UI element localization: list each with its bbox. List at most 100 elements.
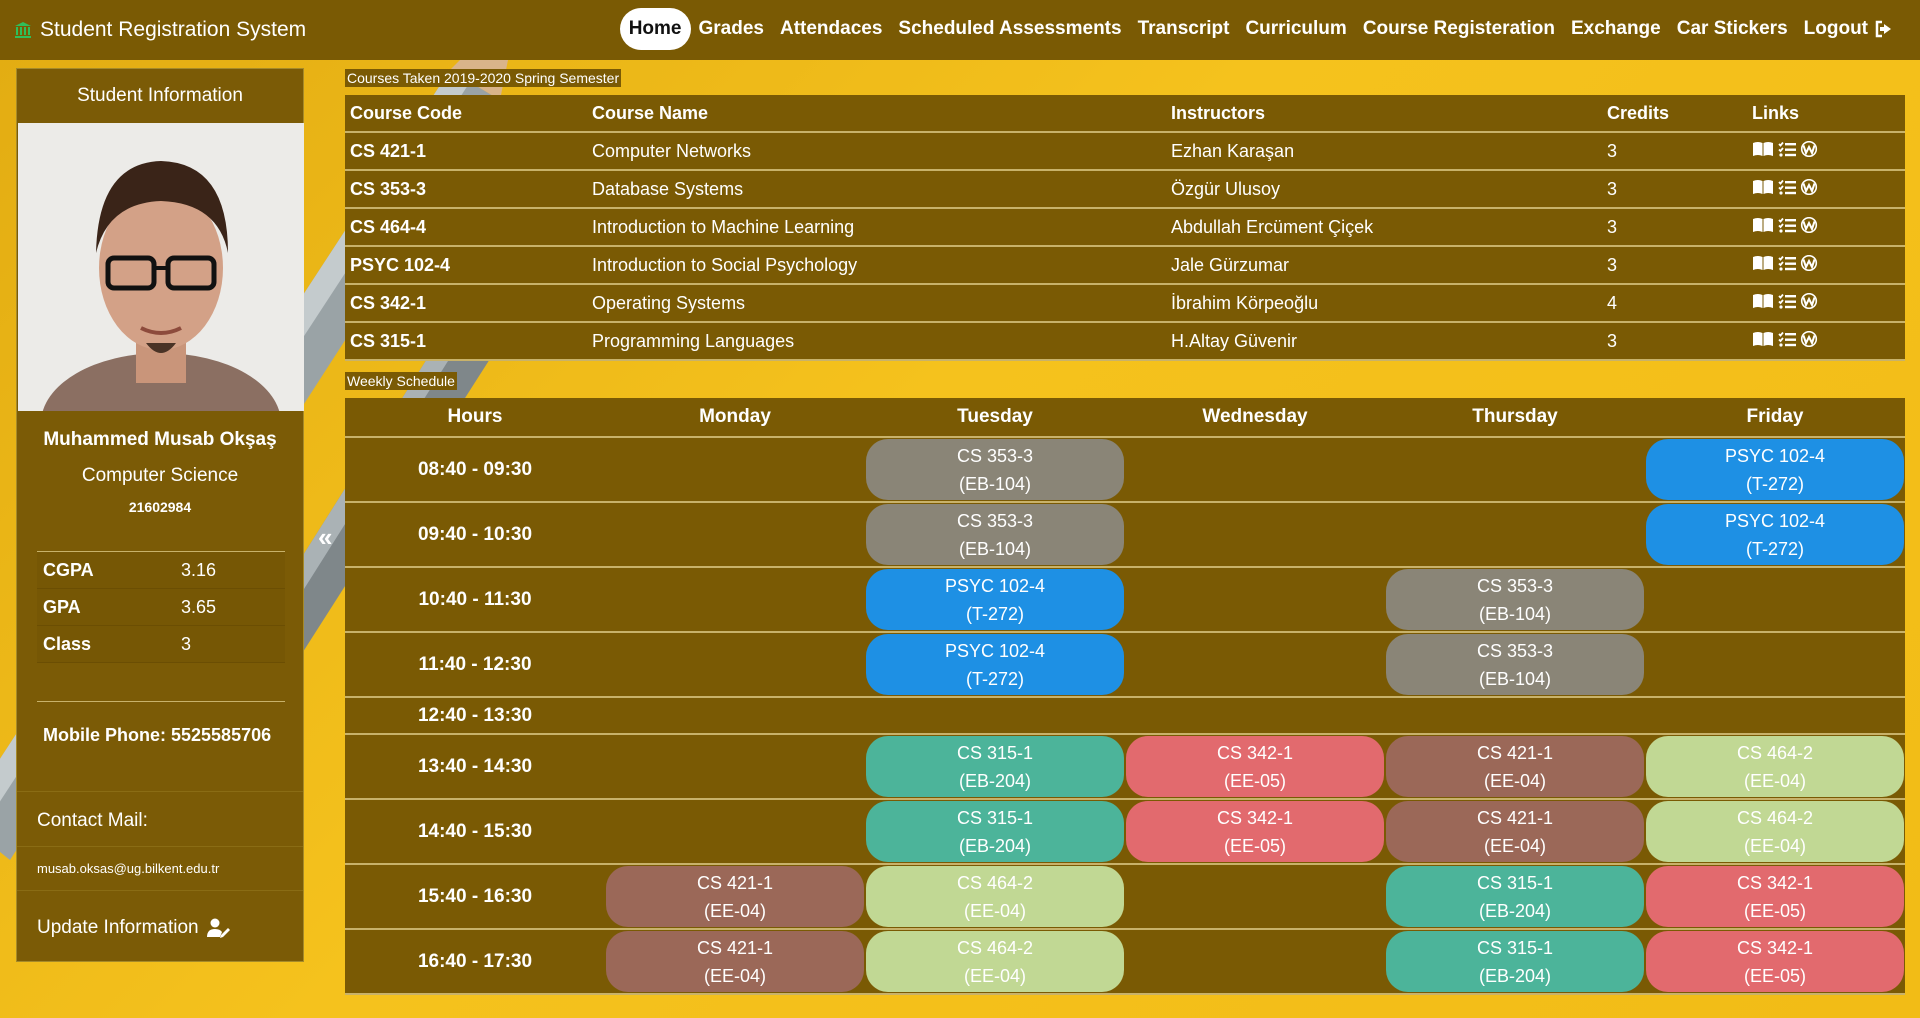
- schedule-cell: PSYC 102-4 (T-272): [1645, 437, 1905, 503]
- w-icon[interactable]: [1800, 292, 1818, 309]
- class-slot[interactable]: CS 342-1 (EE-05): [1646, 866, 1904, 927]
- list-check-icon[interactable]: [1778, 179, 1796, 195]
- w-icon[interactable]: [1800, 254, 1818, 271]
- weekly-schedule-table: Hours Monday Tuesday Wednesday Thursday …: [345, 398, 1905, 995]
- book-icon[interactable]: [1752, 217, 1774, 233]
- w-icon[interactable]: [1800, 216, 1818, 233]
- table-row: CS 464-4 Introduction to Machine Learning…: [345, 208, 1905, 247]
- collapse-sidebar-button[interactable]: «: [318, 522, 332, 553]
- slot-room: (EE-04): [1743, 835, 1806, 856]
- schedule-cell: CS 342-1 (EE-05): [1645, 864, 1905, 930]
- nav-transcript[interactable]: Transcript: [1130, 8, 1238, 50]
- class-slot[interactable]: CS 315-1 (EB-204): [1386, 866, 1644, 927]
- class-slot[interactable]: CS 421-1 (EE-04): [606, 931, 864, 992]
- schedule-cell: [1385, 437, 1645, 503]
- list-check-icon[interactable]: [1778, 331, 1796, 347]
- nav-home[interactable]: Home: [619, 8, 691, 50]
- column-header: Friday: [1645, 398, 1905, 438]
- class-slot[interactable]: CS 464-2 (EE-04): [866, 866, 1124, 927]
- book-icon[interactable]: [1752, 331, 1774, 347]
- schedule-cell: [605, 437, 865, 503]
- nav-curriculum[interactable]: Curriculum: [1237, 8, 1354, 50]
- class-slot[interactable]: CS 464-2 (EE-04): [1646, 736, 1904, 797]
- book-icon[interactable]: [1752, 293, 1774, 309]
- class-slot[interactable]: PSYC 102-4 (T-272): [1646, 504, 1904, 565]
- schedule-row: 16:40 - 17:30 CS 421-1 (EE-04) CS 464-2 (EE-…: [345, 929, 1905, 995]
- slot-room: (EB-104): [1478, 603, 1552, 624]
- sign-out-icon: [1875, 20, 1891, 38]
- slot-room: (EE-04): [1483, 835, 1546, 856]
- class-slot[interactable]: PSYC 102-4 (T-272): [1646, 439, 1904, 500]
- schedule-cell: PSYC 102-4 (T-272): [865, 567, 1125, 633]
- slot-course: PSYC 102-4: [944, 640, 1046, 661]
- class-slot[interactable]: CS 464-2 (EE-04): [866, 931, 1124, 992]
- list-check-icon[interactable]: [1778, 141, 1796, 157]
- class-slot[interactable]: CS 342-1 (EE-05): [1126, 736, 1384, 797]
- class-slot[interactable]: CS 315-1 (EB-204): [866, 801, 1124, 862]
- hour-label: 10:40 - 11:30: [345, 567, 605, 633]
- class-slot[interactable]: PSYC 102-4 (T-272): [866, 634, 1124, 695]
- book-icon[interactable]: [1752, 141, 1774, 157]
- book-icon[interactable]: [1752, 255, 1774, 271]
- slot-course: PSYC 102-4: [1724, 445, 1826, 466]
- course-credits: 3: [1602, 132, 1747, 171]
- class-slot[interactable]: CS 315-1 (EB-204): [1386, 931, 1644, 992]
- class-slot[interactable]: CS 315-1 (EB-204): [866, 736, 1124, 797]
- slot-room: (EB-104): [958, 473, 1032, 494]
- class-slot[interactable]: CS 353-3 (EB-104): [866, 439, 1124, 500]
- list-check-icon[interactable]: [1778, 293, 1796, 309]
- slot-room: (EB-204): [958, 835, 1032, 856]
- course-instructor: Ezhan Karaşan: [1166, 132, 1602, 171]
- schedule-cell: [1645, 567, 1905, 633]
- list-check-icon[interactable]: [1778, 217, 1796, 233]
- course-code: CS 353-3: [345, 170, 587, 209]
- schedule-cell: CS 464-2 (EE-04): [865, 929, 1125, 995]
- class-slot[interactable]: CS 421-1 (EE-04): [1386, 801, 1644, 862]
- list-check-icon[interactable]: [1778, 255, 1796, 271]
- table-row: CS 353-3 Database Systems Özgür Ulusoy 3: [345, 170, 1905, 209]
- w-icon[interactable]: [1800, 178, 1818, 195]
- contact-section: Contact Mail: musab.oksas@ug.bilkent.edu…: [17, 791, 303, 891]
- slot-course: PSYC 102-4: [944, 575, 1046, 596]
- slot-course: PSYC 102-4: [1724, 510, 1826, 531]
- slot-room: (EB-104): [958, 538, 1032, 559]
- nav-attendances[interactable]: Attendaces: [772, 8, 890, 50]
- brand[interactable]: Student Registration System: [14, 0, 306, 60]
- stat-value: 3: [181, 633, 192, 654]
- schedule-cell: [1125, 567, 1385, 633]
- class-slot[interactable]: CS 353-3 (EB-104): [866, 504, 1124, 565]
- w-icon[interactable]: [1800, 140, 1818, 157]
- slot-course: CS 464-2: [1736, 742, 1814, 763]
- column-header: Course Name: [587, 95, 1166, 133]
- class-slot[interactable]: CS 421-1 (EE-04): [606, 866, 864, 927]
- nav-course-registration[interactable]: Course Registeration: [1355, 8, 1563, 50]
- schedule-cell: [1125, 502, 1385, 568]
- w-icon[interactable]: [1800, 330, 1818, 347]
- slot-room: (EB-204): [1478, 965, 1552, 986]
- class-slot[interactable]: CS 421-1 (EE-04): [1386, 736, 1644, 797]
- update-information-link[interactable]: Update Information: [37, 917, 231, 939]
- schedule-cell: CS 464-2 (EE-04): [1645, 799, 1905, 865]
- class-slot[interactable]: CS 464-2 (EE-04): [1646, 801, 1904, 862]
- hour-label: 08:40 - 09:30: [345, 437, 605, 503]
- course-links: [1747, 170, 1905, 209]
- slot-room: (EE-04): [1483, 770, 1546, 791]
- class-slot[interactable]: CS 353-3 (EB-104): [1386, 569, 1644, 630]
- hour-label: 15:40 - 16:30: [345, 864, 605, 930]
- nav-logout[interactable]: Logout: [1796, 8, 1902, 50]
- nav-car-stickers[interactable]: Car Stickers: [1669, 8, 1796, 50]
- class-slot[interactable]: PSYC 102-4 (T-272): [866, 569, 1124, 630]
- course-links: [1747, 322, 1905, 361]
- course-links: [1747, 132, 1905, 171]
- class-slot[interactable]: CS 342-1 (EE-05): [1646, 931, 1904, 992]
- book-icon[interactable]: [1752, 179, 1774, 195]
- class-slot[interactable]: CS 353-3 (EB-104): [1386, 634, 1644, 695]
- class-slot[interactable]: CS 342-1 (EE-05): [1126, 801, 1384, 862]
- nav-grades[interactable]: Grades: [691, 8, 772, 50]
- slot-course: CS 342-1: [1736, 872, 1814, 893]
- slot-room: (EE-05): [1223, 770, 1286, 791]
- table-row: CS 315-1 Programming Languages H.Altay Güv…: [345, 322, 1905, 361]
- nav-scheduled-assessments[interactable]: Scheduled Assessments: [890, 8, 1129, 50]
- nav-exchange[interactable]: Exchange: [1563, 8, 1669, 50]
- course-code: CS 342-1: [345, 284, 587, 323]
